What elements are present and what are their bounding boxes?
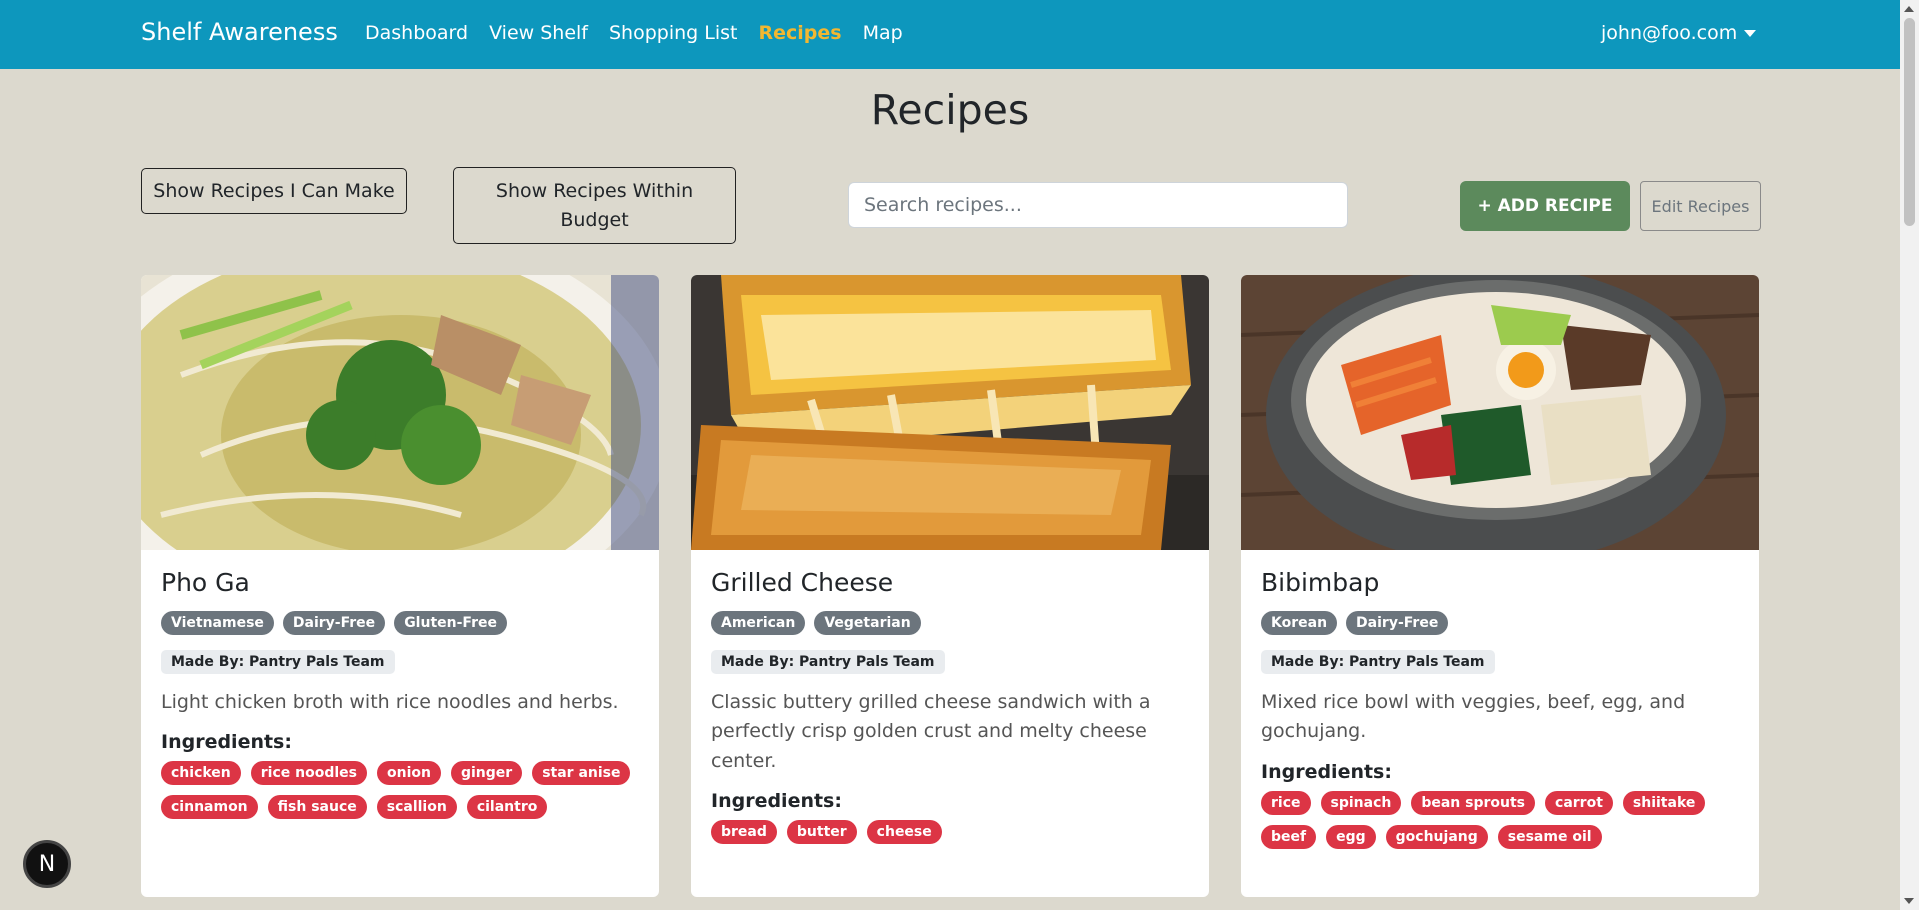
page-scrollbar[interactable] — [1900, 0, 1919, 910]
made-by-badge: Made By: Pantry Pals Team — [1261, 650, 1495, 674]
recipe-tags: Vietnamese Dairy-Free Gluten-Free — [161, 611, 639, 635]
show-recipes-can-make-button[interactable]: Show Recipes I Can Make — [141, 168, 407, 214]
ingredients-label: Ingredients: — [1261, 760, 1392, 783]
ingredient-badge: scallion — [376, 795, 457, 820]
ingredient-badge: butter — [786, 820, 857, 845]
search-recipes-input[interactable] — [848, 182, 1348, 228]
nextjs-dev-badge[interactable]: N — [23, 840, 71, 888]
ingredient-badge: star anise — [532, 761, 631, 786]
ingredient-badge: shiitake — [1622, 790, 1706, 815]
ingredient-badge: cheese — [866, 820, 942, 845]
scrollbar-thumb[interactable] — [1904, 18, 1915, 226]
nav-link-shopping-list[interactable]: Shopping List — [609, 22, 737, 44]
top-navbar: Shelf Awareness Dashboard View Shelf Sho… — [0, 0, 1900, 69]
recipe-image-grilled-cheese — [691, 275, 1209, 550]
recipe-description: Classic buttery grilled cheese sandwich … — [711, 691, 1151, 772]
scroll-down-arrow-icon[interactable] — [1904, 898, 1914, 904]
ingredient-badge: carrot — [1545, 790, 1613, 815]
user-menu-dropdown[interactable]: john@foo.com — [1601, 22, 1757, 44]
ingredient-list: bread butter cheese — [711, 820, 1189, 845]
ingredient-badge: rice noodles — [250, 761, 367, 786]
ingredient-badge: bread — [711, 820, 777, 845]
ingredient-badge: cinnamon — [161, 795, 258, 820]
recipe-description: Mixed rice bowl with veggies, beef, egg,… — [1261, 691, 1686, 743]
nav-link-recipes[interactable]: Recipes — [758, 22, 841, 44]
add-recipe-button[interactable]: + ADD RECIPE — [1460, 181, 1630, 231]
recipe-card-grilled-cheese[interactable]: Grilled Cheese American Vegetarian Made … — [691, 275, 1209, 897]
ingredient-badge: fish sauce — [267, 795, 367, 820]
tag-badge: Vegetarian — [814, 611, 921, 635]
nav-link-dashboard[interactable]: Dashboard — [365, 22, 468, 44]
made-by-badge: Made By: Pantry Pals Team — [161, 650, 395, 674]
ingredient-list: chicken rice noodles onion ginger star a… — [161, 761, 639, 820]
recipe-title: Grilled Cheese — [711, 568, 894, 597]
ingredient-badge: sesame oil — [1497, 824, 1602, 849]
tag-badge: Vietnamese — [161, 611, 274, 635]
tag-badge: American — [711, 611, 806, 635]
tag-badge: Dairy-Free — [282, 611, 386, 635]
recipe-tags: Korean Dairy-Free — [1261, 611, 1739, 635]
ingredient-badge: chicken — [161, 761, 241, 786]
ingredient-badge: egg — [1326, 824, 1376, 849]
show-recipes-within-budget-button[interactable]: Show Recipes Within Budget — [453, 167, 736, 244]
scroll-up-arrow-icon[interactable] — [1904, 6, 1914, 12]
ingredient-badge: beef — [1261, 824, 1317, 849]
recipe-title: Pho Ga — [161, 568, 250, 597]
page-title: Recipes — [870, 86, 1030, 134]
brand-logo[interactable]: Shelf Awareness — [141, 18, 338, 46]
ingredient-badge: gochujang — [1385, 824, 1488, 849]
recipe-image-pho-ga — [141, 275, 659, 550]
tag-badge: Dairy-Free — [1346, 611, 1449, 635]
ingredient-badge: cilantro — [466, 795, 548, 820]
ingredients-label: Ingredients: — [161, 731, 292, 754]
edit-recipes-button[interactable]: Edit Recipes — [1640, 181, 1761, 231]
ingredient-list: rice spinach bean sprouts carrot shiitak… — [1261, 790, 1739, 849]
recipe-tags: American Vegetarian — [711, 611, 1189, 635]
ingredient-badge: rice — [1261, 790, 1311, 815]
ingredients-label: Ingredients: — [711, 790, 842, 813]
ingredient-badge: onion — [377, 761, 441, 786]
nav-link-map[interactable]: Map — [863, 22, 903, 44]
caret-down-icon — [1744, 29, 1757, 37]
recipe-card-pho-ga[interactable]: Pho Ga Vietnamese Dairy-Free Gluten-Free… — [141, 275, 659, 897]
tag-badge: Korean — [1261, 611, 1338, 635]
user-email: john@foo.com — [1601, 22, 1738, 44]
tag-badge: Gluten-Free — [394, 611, 507, 635]
ingredient-badge: bean sprouts — [1411, 790, 1536, 815]
nav-links: Dashboard View Shelf Shopping List Recip… — [365, 22, 924, 44]
recipe-image-bibimbap — [1241, 275, 1759, 550]
made-by-badge: Made By: Pantry Pals Team — [711, 650, 945, 674]
recipe-description: Light chicken broth with rice noodles an… — [161, 691, 619, 713]
recipe-title: Bibimbap — [1261, 568, 1380, 597]
ingredient-badge: ginger — [450, 761, 523, 786]
ingredient-badge: spinach — [1320, 790, 1402, 815]
nav-link-view-shelf[interactable]: View Shelf — [489, 22, 588, 44]
recipe-card-bibimbap[interactable]: Bibimbap Korean Dairy-Free Made By: Pant… — [1241, 275, 1759, 897]
